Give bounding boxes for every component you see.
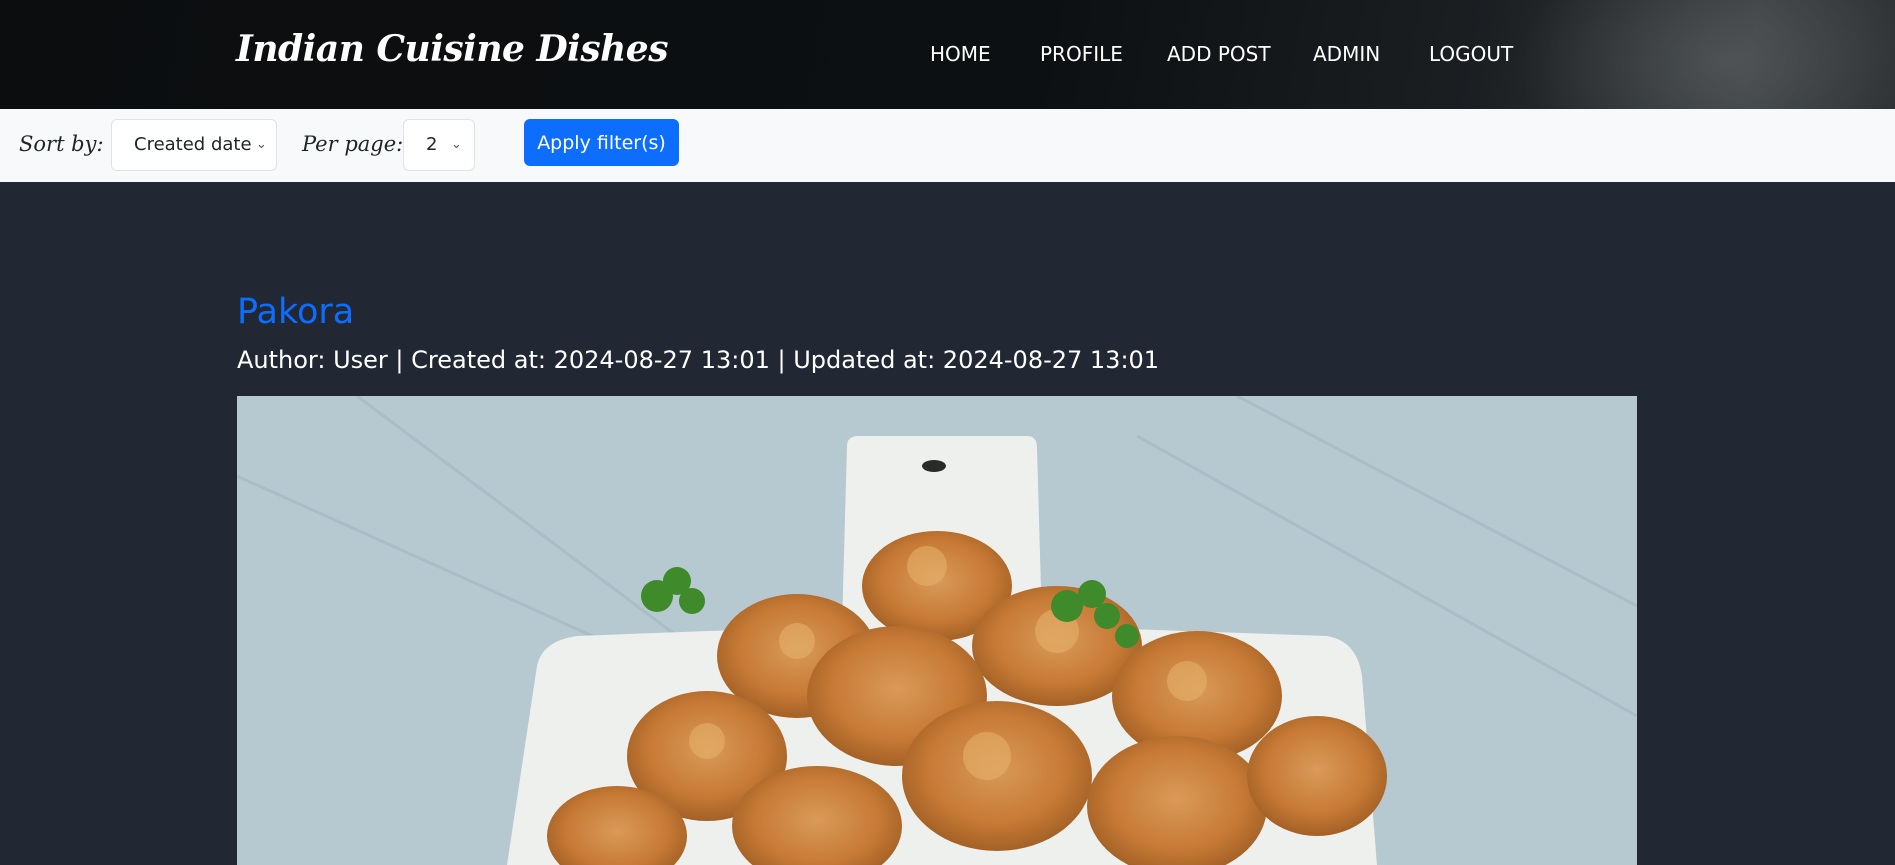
nav-profile-link[interactable]: PROFILE: [1040, 42, 1123, 66]
sort-by-label: Sort by:: [19, 132, 104, 156]
post-meta: Author: User | Created at: 2024-08-27 13…: [237, 346, 1160, 374]
chevron-down-icon: ⌄: [451, 137, 462, 152]
chevron-down-icon: ⌄: [256, 137, 267, 152]
per-page-value: 2: [426, 134, 438, 155]
brand-logo[interactable]: Indian Cuisine Dishes: [236, 28, 668, 70]
top-navbar: Indian Cuisine Dishes HOME PROFILE ADD P…: [0, 0, 1895, 109]
nav-home-link[interactable]: HOME: [930, 42, 991, 66]
nav-logout-link[interactable]: LOGOUT: [1429, 42, 1513, 66]
sort-by-select[interactable]: Created date ⌄: [111, 119, 277, 171]
apply-filters-button[interactable]: Apply filter(s): [524, 119, 679, 166]
per-page-label: Per page:: [302, 132, 404, 156]
header-background-haze: [1515, 0, 1895, 109]
filter-bar: [0, 109, 1895, 182]
pakora-photo-illustration: [237, 396, 1637, 865]
sort-by-value: Created date: [134, 134, 252, 155]
nav-add-post-link[interactable]: ADD POST: [1167, 42, 1271, 66]
nav-admin-link[interactable]: ADMIN: [1313, 42, 1380, 66]
pakora-photo: [237, 396, 1637, 865]
per-page-select[interactable]: 2 ⌄: [403, 119, 475, 171]
post-title-link[interactable]: Pakora: [237, 292, 354, 332]
